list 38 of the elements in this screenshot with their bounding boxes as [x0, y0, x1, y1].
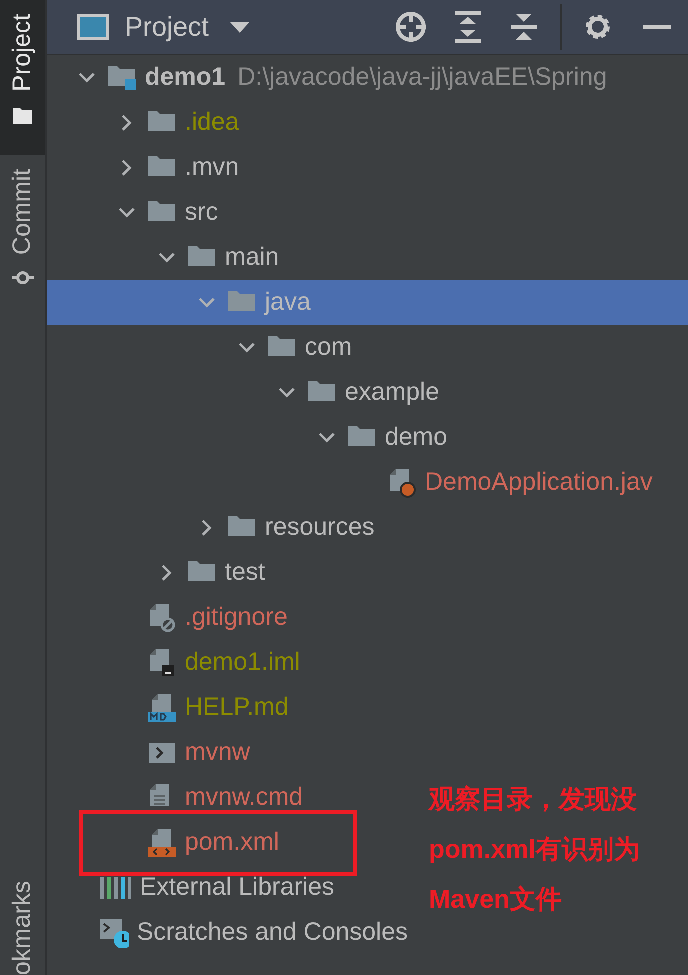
- sidebar-tab[interactable]: Commit: [0, 155, 45, 304]
- tree-item[interactable]: test: [225, 554, 266, 592]
- tree-item[interactable]: mvnw: [185, 734, 250, 772]
- panel-title[interactable]: Project: [125, 6, 210, 48]
- tree-item[interactable]: HELP.md: [185, 688, 289, 726]
- tree-item[interactable]: .idea: [185, 104, 240, 142]
- path-text: D:\javacode\java-jj\javaEE\Spring: [238, 62, 608, 93]
- annotation-text: pom.xml有识别为: [429, 833, 640, 866]
- tree-item[interactable]: demo1: [145, 58, 226, 96]
- sidebar-tab[interactable]: okmarks: [0, 866, 45, 975]
- tree-item[interactable]: resources: [265, 508, 375, 546]
- tree-item[interactable]: pom.xml: [185, 824, 280, 862]
- tree-item[interactable]: DemoApplication.jav: [425, 464, 653, 502]
- window-icon[interactable]: [77, 11, 109, 43]
- tree-item[interactable]: demo: [385, 418, 448, 456]
- annotation-text: Maven文件: [429, 883, 563, 916]
- ignore-file-icon: [147, 602, 177, 632]
- markdown-file-icon: [147, 692, 177, 722]
- tree-item[interactable]: example: [345, 374, 440, 412]
- tree-item[interactable]: main: [225, 238, 280, 276]
- tree-item[interactable]: .gitignore: [185, 598, 288, 636]
- folder-icon: [12, 106, 34, 126]
- sidebar-tab[interactable]: Project: [0, 0, 45, 155]
- annotation-text: 观察目录，发现没: [429, 783, 638, 816]
- xml-file-icon: [147, 828, 177, 858]
- module-file-icon: [147, 648, 177, 678]
- tree-item[interactable]: src: [185, 194, 218, 232]
- tree-item[interactable]: .mvn: [185, 148, 240, 186]
- expand-all-icon[interactable]: [452, 11, 484, 43]
- locate-icon[interactable]: [394, 11, 428, 43]
- tree-item[interactable]: mvnw.cmd: [185, 778, 304, 816]
- java-file-icon: [387, 468, 417, 498]
- tree-item[interactable]: demo1.iml: [185, 644, 300, 682]
- collapse-all-icon[interactable]: [508, 11, 540, 43]
- tree-item[interactable]: Scratches and Consoles: [137, 914, 408, 952]
- tree-item[interactable]: com: [305, 328, 352, 366]
- tree-item[interactable]: External Libraries: [140, 868, 335, 906]
- scratches-icon: [99, 918, 129, 948]
